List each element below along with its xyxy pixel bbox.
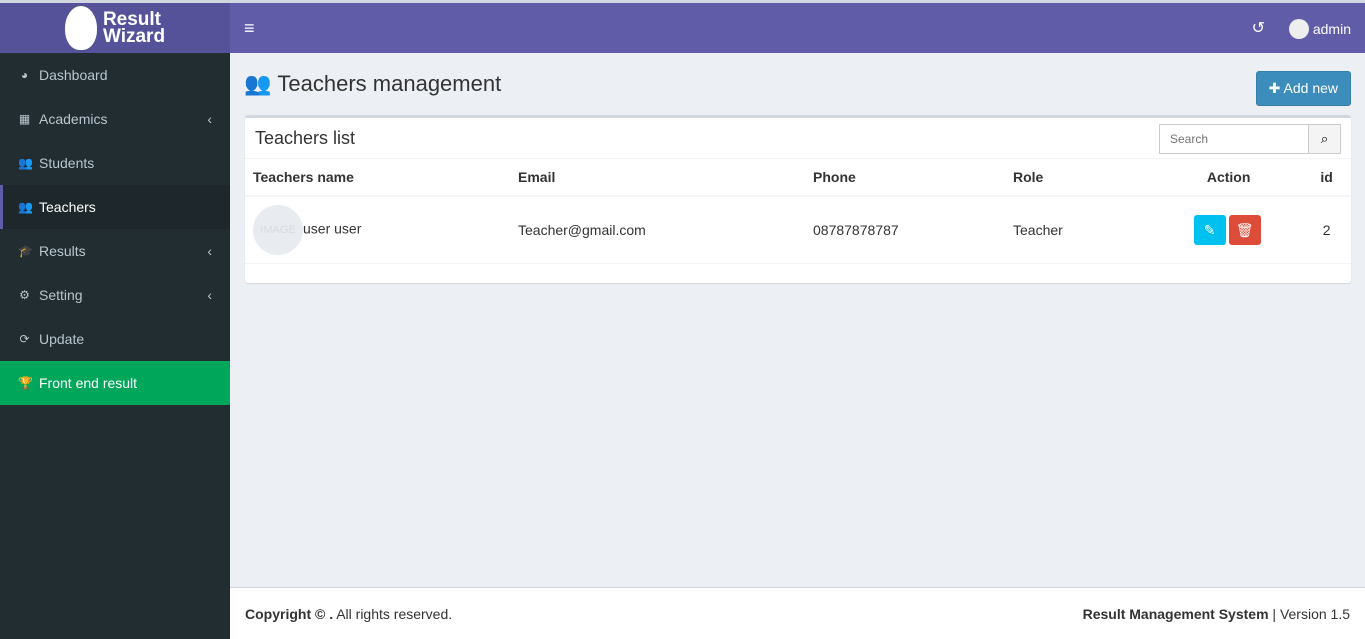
building-icon: ▦ bbox=[18, 112, 31, 126]
teachers-table: Teachers name Email Phone Role Action id… bbox=[245, 158, 1351, 264]
column-header: Teachers name bbox=[245, 158, 510, 197]
sidebar-item-label: Academics bbox=[39, 111, 108, 127]
sidebar-item-label: Update bbox=[39, 331, 85, 347]
table-row: IMAGE user user Teacher@gmail.com 0878787… bbox=[245, 196, 1351, 264]
logo[interactable]: Result Wizard bbox=[0, 3, 230, 53]
user-menu[interactable]: admin bbox=[1288, 19, 1351, 39]
main-content: 👥 Teachers management ✚ Add new Teachers … bbox=[230, 53, 1365, 587]
sidebar-item-setting[interactable]: ⚙ Setting ‹ bbox=[0, 273, 230, 317]
copyright: Copyright © . bbox=[245, 605, 334, 622]
gear-icon: ⚙ bbox=[19, 288, 30, 302]
brand-line2: Wizard bbox=[102, 26, 166, 47]
chevron-left-icon: ‹ bbox=[207, 287, 212, 303]
users-icon: 👥 bbox=[18, 156, 33, 170]
username: admin bbox=[1312, 21, 1351, 37]
sidebar-item-label: Results bbox=[39, 243, 86, 259]
history-icon[interactable]: ↺ bbox=[1252, 18, 1265, 38]
wizard-logo-icon bbox=[64, 6, 97, 50]
trash-icon: 🗑 bbox=[1235, 222, 1254, 238]
search-input[interactable] bbox=[1159, 124, 1309, 154]
column-header: id bbox=[1302, 158, 1351, 197]
users-icon: 👥 bbox=[18, 200, 33, 214]
column-header: Action bbox=[1155, 158, 1303, 197]
search-button[interactable]: ⌕ bbox=[1309, 124, 1341, 154]
search-group: ⌕ bbox=[1159, 124, 1341, 154]
add-new-label: Add new bbox=[1283, 80, 1338, 96]
teacher-role: Teacher bbox=[1005, 196, 1155, 264]
sidebar-item-label: Setting bbox=[39, 287, 83, 303]
sidebar-item-label: Front end result bbox=[39, 375, 138, 391]
menu-toggle-icon[interactable]: ≡ bbox=[244, 18, 255, 39]
chevron-left-icon: ‹ bbox=[207, 111, 212, 127]
footer: Copyright © . All rights reserved. Resul… bbox=[230, 587, 1365, 639]
refresh-icon: ⟳ bbox=[19, 332, 30, 346]
column-header: Phone bbox=[805, 158, 1005, 197]
sidebar-item-teachers[interactable]: 👥 Teachers bbox=[0, 185, 230, 229]
teacher-id: 2 bbox=[1302, 196, 1351, 264]
page-title: 👥 Teachers management bbox=[244, 71, 501, 97]
box-title: Teachers list bbox=[255, 128, 356, 148]
users-icon: 👥 bbox=[244, 71, 272, 96]
page-title-text: Teachers management bbox=[277, 71, 502, 96]
rights-text: All rights reserved. bbox=[333, 605, 453, 622]
chevron-left-icon: ‹ bbox=[207, 243, 212, 259]
add-new-button[interactable]: ✚ Add new bbox=[1255, 71, 1351, 106]
plus-icon: ✚ bbox=[1268, 80, 1281, 96]
sidebar-item-academics[interactable]: ▦ Academics ‹ bbox=[0, 97, 230, 141]
system-name: Result Management System bbox=[1082, 605, 1269, 622]
dashboard-icon: ◕ bbox=[20, 68, 29, 82]
column-header: Role bbox=[1005, 158, 1155, 197]
teachers-list-box: Teachers list ⌕ Teachers name Email Phon… bbox=[245, 115, 1351, 283]
sidebar-item-dashboard[interactable]: ◕ Dashboard bbox=[0, 53, 230, 97]
avatar bbox=[1288, 19, 1309, 39]
teacher-photo: IMAGE bbox=[253, 205, 303, 255]
teacher-phone: 08787878787 bbox=[805, 196, 1005, 264]
edit-button[interactable]: ✎ bbox=[1193, 215, 1226, 245]
sidebar-item-label: Students bbox=[39, 155, 95, 171]
sidebar-item-front-end-result[interactable]: 🏆 Front end result bbox=[0, 361, 230, 405]
sidebar-item-results[interactable]: 🎓 Results ‹ bbox=[0, 229, 230, 273]
sidebar-item-label: Teachers bbox=[39, 199, 96, 215]
trophy-icon: 🏆 bbox=[18, 376, 33, 390]
column-header: Email bbox=[510, 158, 805, 197]
delete-button[interactable]: 🗑 bbox=[1228, 215, 1261, 245]
teacher-email: Teacher@gmail.com bbox=[510, 196, 805, 264]
navbar: ≡ ↺ admin bbox=[230, 3, 1365, 53]
sidebar-item-update[interactable]: ⟳ Update bbox=[0, 317, 230, 361]
version-text: | Version 1.5 bbox=[1268, 605, 1350, 622]
search-icon: ⌕ bbox=[1320, 131, 1329, 146]
pencil-icon: ✎ bbox=[1203, 222, 1216, 238]
graduation-cap-icon: 🎓 bbox=[18, 244, 33, 258]
sidebar-item-label: Dashboard bbox=[39, 67, 108, 83]
teacher-name: user user bbox=[303, 220, 362, 237]
sidebar: ◕ Dashboard ▦ Academics ‹ 👥 Students 👥 Teache… bbox=[0, 53, 230, 639]
sidebar-item-students[interactable]: 👥 Students bbox=[0, 141, 230, 185]
